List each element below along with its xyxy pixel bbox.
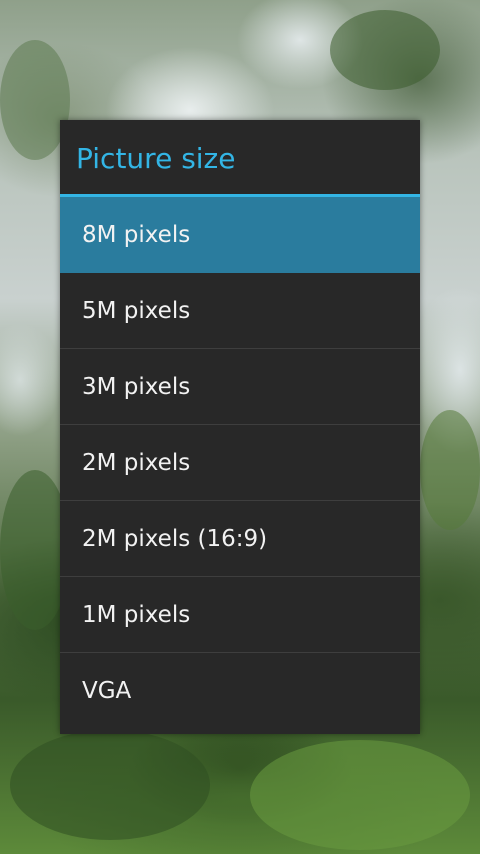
foliage-patch [420,410,480,530]
foliage-patch [10,730,210,840]
option-1m-pixels[interactable]: 1M pixels [60,577,420,653]
foliage-patch [330,10,440,90]
option-2m-pixels[interactable]: 2M pixels [60,425,420,501]
foliage-patch [250,740,470,850]
option-5m-pixels[interactable]: 5M pixels [60,273,420,349]
option-vga[interactable]: VGA [60,653,420,729]
option-3m-pixels[interactable]: 3M pixels [60,349,420,425]
option-8m-pixels[interactable]: 8M pixels [60,197,420,273]
option-2m-pixels-16-9[interactable]: 2M pixels (16:9) [60,501,420,577]
picture-size-options-list: 8M pixels 5M pixels 3M pixels 2M pixels … [60,197,420,729]
dialog-title: Picture size [60,120,420,197]
picture-size-dialog: Picture size 8M pixels 5M pixels 3M pixe… [60,120,420,734]
